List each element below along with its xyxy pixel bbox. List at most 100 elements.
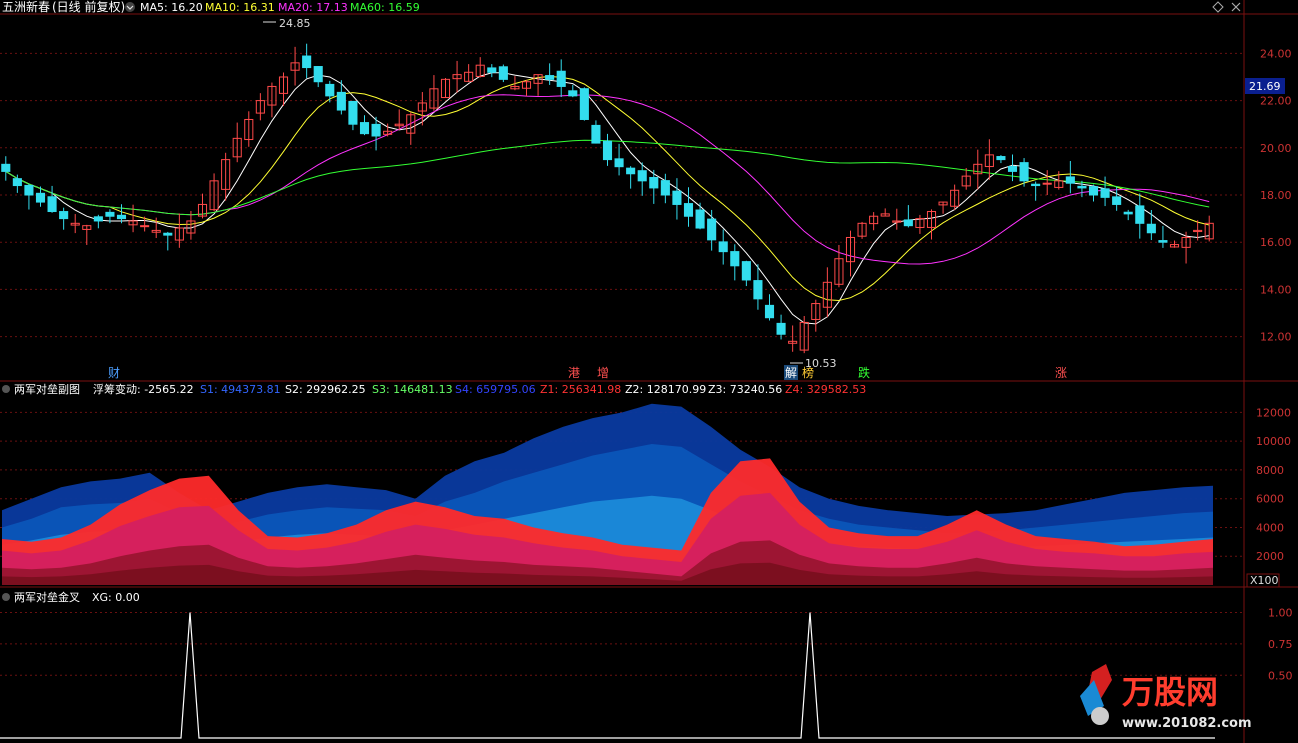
close-icon[interactable]: [1231, 2, 1241, 12]
candle-body[interactable]: [1123, 211, 1133, 215]
candle-body[interactable]: [579, 88, 589, 120]
candle-body[interactable]: [116, 214, 127, 220]
stock-chart-canvas[interactable]: 24.00 22.00 20.00 18.00 16.00 14.00 12.00 21.6…: [0, 0, 1298, 743]
marker-die[interactable]: 跌: [858, 365, 870, 380]
marker-gang[interactable]: 港: [568, 366, 580, 380]
candle-body[interactable]: [764, 304, 775, 319]
site-logo: 万股网 www.201082.com: [1080, 664, 1252, 731]
candle-body[interactable]: [730, 251, 740, 267]
sub2-header: 两军对垒金叉 XG: 0.00: [2, 590, 140, 604]
indicator-z4: Z4: 329582.53: [785, 383, 866, 396]
main-y-tick: 16.00: [1260, 236, 1292, 249]
candle-body[interactable]: [695, 209, 705, 229]
sub2-y-tick: 0.50: [1268, 669, 1293, 682]
sub1-header: 两军对垒副图 浮筹变动: -2565.22 S1: 494373.81 S2: …: [2, 382, 866, 396]
candle-body[interactable]: [35, 192, 46, 203]
sub2-y-axis: 1.00 0.75 0.50: [1268, 607, 1293, 683]
ma10-line: [5, 75, 1210, 302]
sub2-y-tick: 0.75: [1268, 638, 1293, 651]
main-y-tick: 14.00: [1260, 283, 1292, 296]
candle-body[interactable]: [12, 178, 22, 187]
xg-line[interactable]: [0, 612, 1215, 739]
candle-body[interactable]: [545, 75, 555, 80]
candle-body[interactable]: [1158, 240, 1168, 243]
candle-body[interactable]: [140, 225, 150, 228]
candle-body[interactable]: [776, 322, 786, 335]
logo-name: 万股网: [1122, 673, 1218, 711]
candle-body[interactable]: [1007, 166, 1018, 172]
marker-zeng[interactable]: 增: [597, 366, 609, 380]
settings-icon[interactable]: [125, 2, 135, 12]
candle-body[interactable]: [568, 90, 578, 97]
sub1-settings-icon[interactable]: [2, 385, 10, 393]
candle-body[interactable]: [163, 232, 173, 236]
candle-body[interactable]: [1146, 223, 1156, 234]
candle-body[interactable]: [325, 83, 335, 97]
sub1-area-chart[interactable]: [2, 403, 1213, 585]
candle-body[interactable]: [498, 66, 508, 80]
candle-body[interactable]: [1077, 185, 1087, 189]
candle-body[interactable]: [996, 156, 1006, 161]
candle-body[interactable]: [718, 241, 728, 253]
candle-body[interactable]: [903, 219, 913, 227]
candle-body[interactable]: [59, 211, 69, 220]
sub1-title[interactable]: 两军对垒副图: [14, 382, 80, 396]
candle-body[interactable]: [637, 170, 647, 182]
logo-url: www.201082.com: [1122, 716, 1252, 731]
candle-body[interactable]: [649, 176, 659, 189]
candle-body[interactable]: [707, 218, 717, 241]
candle-body[interactable]: [660, 180, 670, 196]
candle-body[interactable]: [683, 203, 694, 217]
candle-body[interactable]: [556, 70, 566, 87]
candle-body[interactable]: [626, 167, 636, 175]
candle-body[interactable]: [741, 261, 751, 281]
candle-body[interactable]: [1112, 196, 1122, 205]
candle-body[interactable]: [672, 190, 682, 205]
candle-body[interactable]: [47, 196, 57, 213]
candle-body[interactable]: [1135, 205, 1145, 224]
candle-body[interactable]: [614, 158, 624, 168]
candle-body[interactable]: [93, 216, 103, 222]
candle-body[interactable]: [313, 66, 323, 83]
sub1-y-tick: 8000: [1256, 464, 1284, 477]
candle-body[interactable]: [1065, 176, 1075, 184]
candle-body[interactable]: [1019, 162, 1029, 182]
indicator-z3: Z3: 73240.56: [708, 383, 782, 396]
candle-body[interactable]: [1100, 188, 1110, 198]
marker-jie[interactable]: 解: [785, 366, 797, 380]
logo-coin-icon: [1091, 707, 1109, 725]
diamond-icon[interactable]: [1212, 1, 1224, 13]
sub1-y-tick: 10000: [1256, 435, 1291, 448]
marker-cai[interactable]: 财: [108, 366, 120, 380]
sub2-settings-icon[interactable]: [2, 593, 10, 601]
candle-body[interactable]: [371, 123, 381, 137]
candle-body[interactable]: [487, 67, 497, 73]
candle-body[interactable]: [1042, 182, 1052, 185]
candle-body[interactable]: [1088, 186, 1099, 196]
candle-body[interactable]: [753, 280, 763, 300]
candle-body[interactable]: [105, 211, 115, 217]
sub1-y-tick: 4000: [1256, 521, 1284, 534]
candle-body[interactable]: [1, 163, 11, 172]
marker-bang[interactable]: 榜: [802, 365, 814, 380]
sub1-y-tick: 6000: [1256, 493, 1284, 506]
stock-name[interactable]: 五洲新春: [2, 0, 50, 14]
candle-body[interactable]: [602, 140, 613, 161]
marker-zhang[interactable]: 涨: [1055, 365, 1067, 380]
main-header: 五洲新春 (日线 前复权) MA5: 16.20 MA10: 16.31 MA2…: [2, 0, 1241, 14]
candle-body[interactable]: [591, 124, 601, 144]
event-markers[interactable]: 财 港 增 解 榜 跌 涨: [108, 365, 1067, 380]
candle-body[interactable]: [302, 55, 312, 69]
sub2-line-chart[interactable]: [0, 612, 1215, 739]
ma5-label: MA5: 16.20: [140, 1, 203, 14]
candle-body[interactable]: [359, 122, 370, 135]
candlesticks[interactable]: [1, 43, 1214, 354]
candle-body[interactable]: [348, 100, 358, 125]
candle-body[interactable]: [336, 91, 346, 111]
period-label[interactable]: (日线 前复权): [52, 0, 125, 14]
main-y-tick: 20.00: [1260, 142, 1292, 155]
candle-body[interactable]: [24, 184, 34, 196]
candle-body[interactable]: [1031, 183, 1041, 187]
sub2-title[interactable]: 两军对垒金叉: [14, 590, 80, 604]
sub1-y-tick: 2000: [1256, 550, 1284, 563]
